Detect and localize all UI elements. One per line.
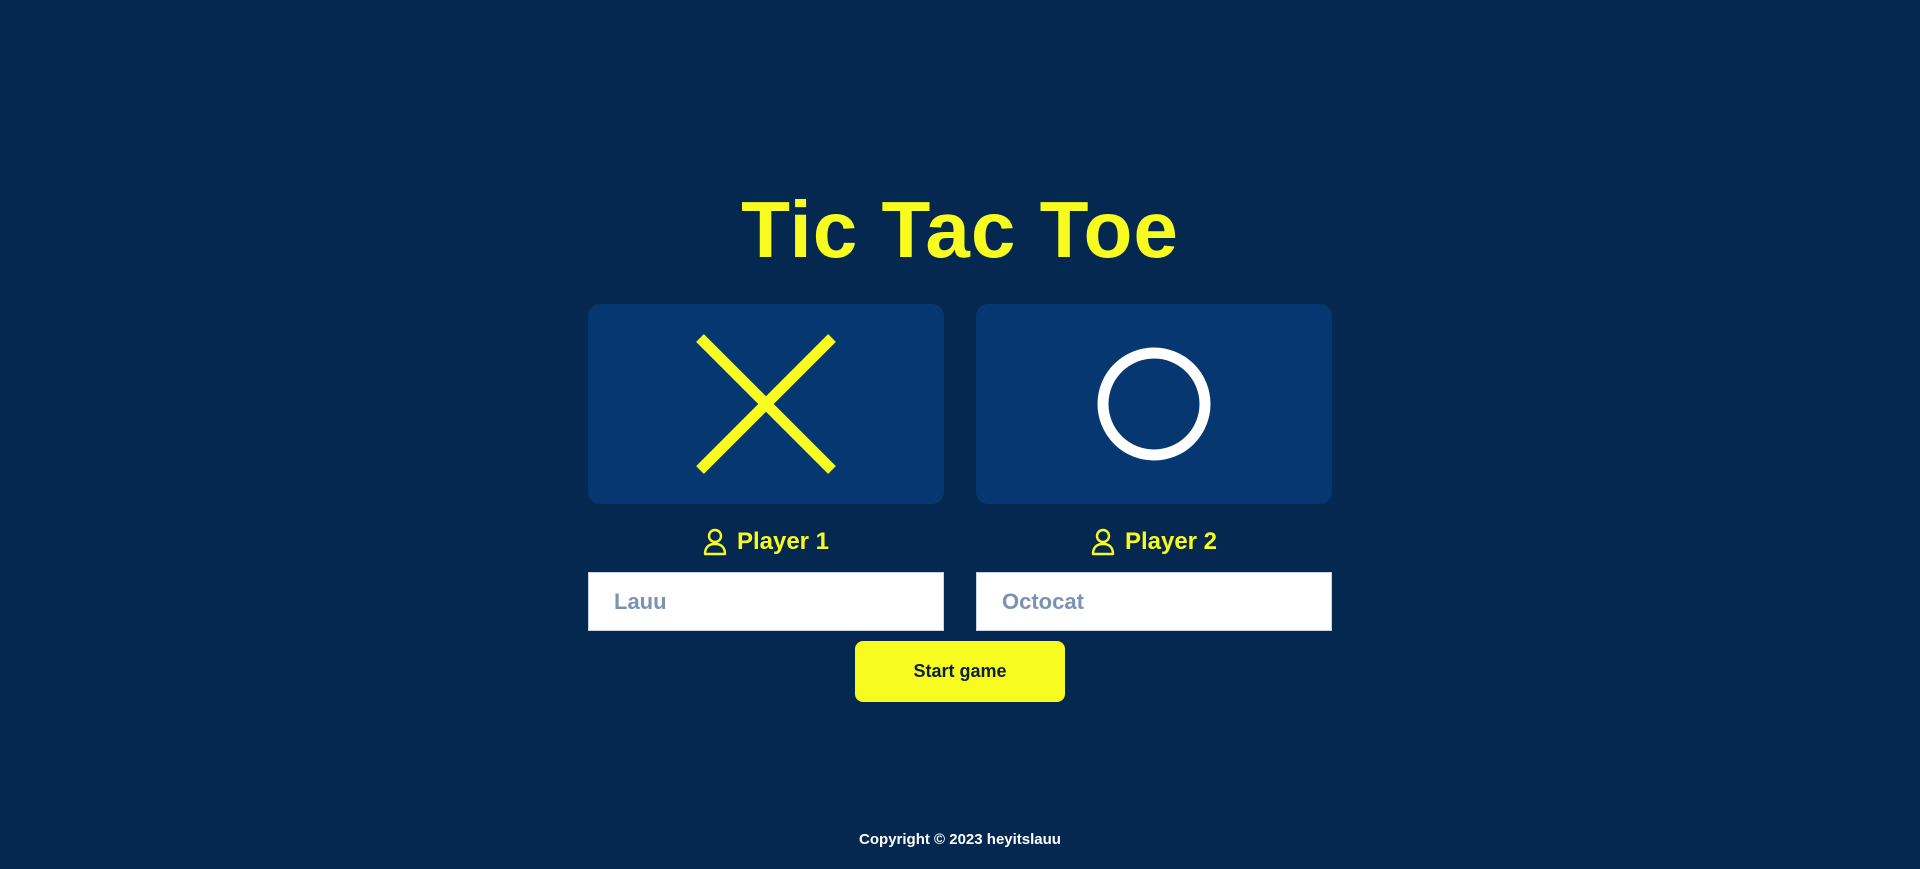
player-1-panel: Player 1 bbox=[588, 304, 944, 631]
player-2-name-input[interactable] bbox=[976, 572, 1332, 631]
player-setup: Player 1 Player 2 bbox=[588, 304, 1332, 631]
user-icon bbox=[1091, 528, 1115, 556]
player-1-symbol-card bbox=[588, 304, 944, 504]
player-2-label-text: Player 2 bbox=[1124, 528, 1218, 555]
x-mark-icon bbox=[696, 334, 836, 474]
player-1-label-text: Player 1 bbox=[736, 528, 830, 555]
copyright-footer: Copyright © 2023 heyitslauu bbox=[859, 831, 1061, 848]
player-2-symbol-card bbox=[976, 304, 1332, 504]
start-game-button[interactable]: Start game bbox=[855, 641, 1065, 702]
user-icon bbox=[703, 528, 727, 556]
o-mark-icon bbox=[1097, 347, 1211, 461]
game-title: Tic Tac Toe bbox=[741, 185, 1179, 274]
player-1-name-input[interactable] bbox=[588, 572, 944, 631]
player-1-label: Player 1 bbox=[703, 526, 829, 558]
player-2-label: Player 2 bbox=[1091, 526, 1217, 558]
player-2-panel: Player 2 bbox=[976, 304, 1332, 631]
